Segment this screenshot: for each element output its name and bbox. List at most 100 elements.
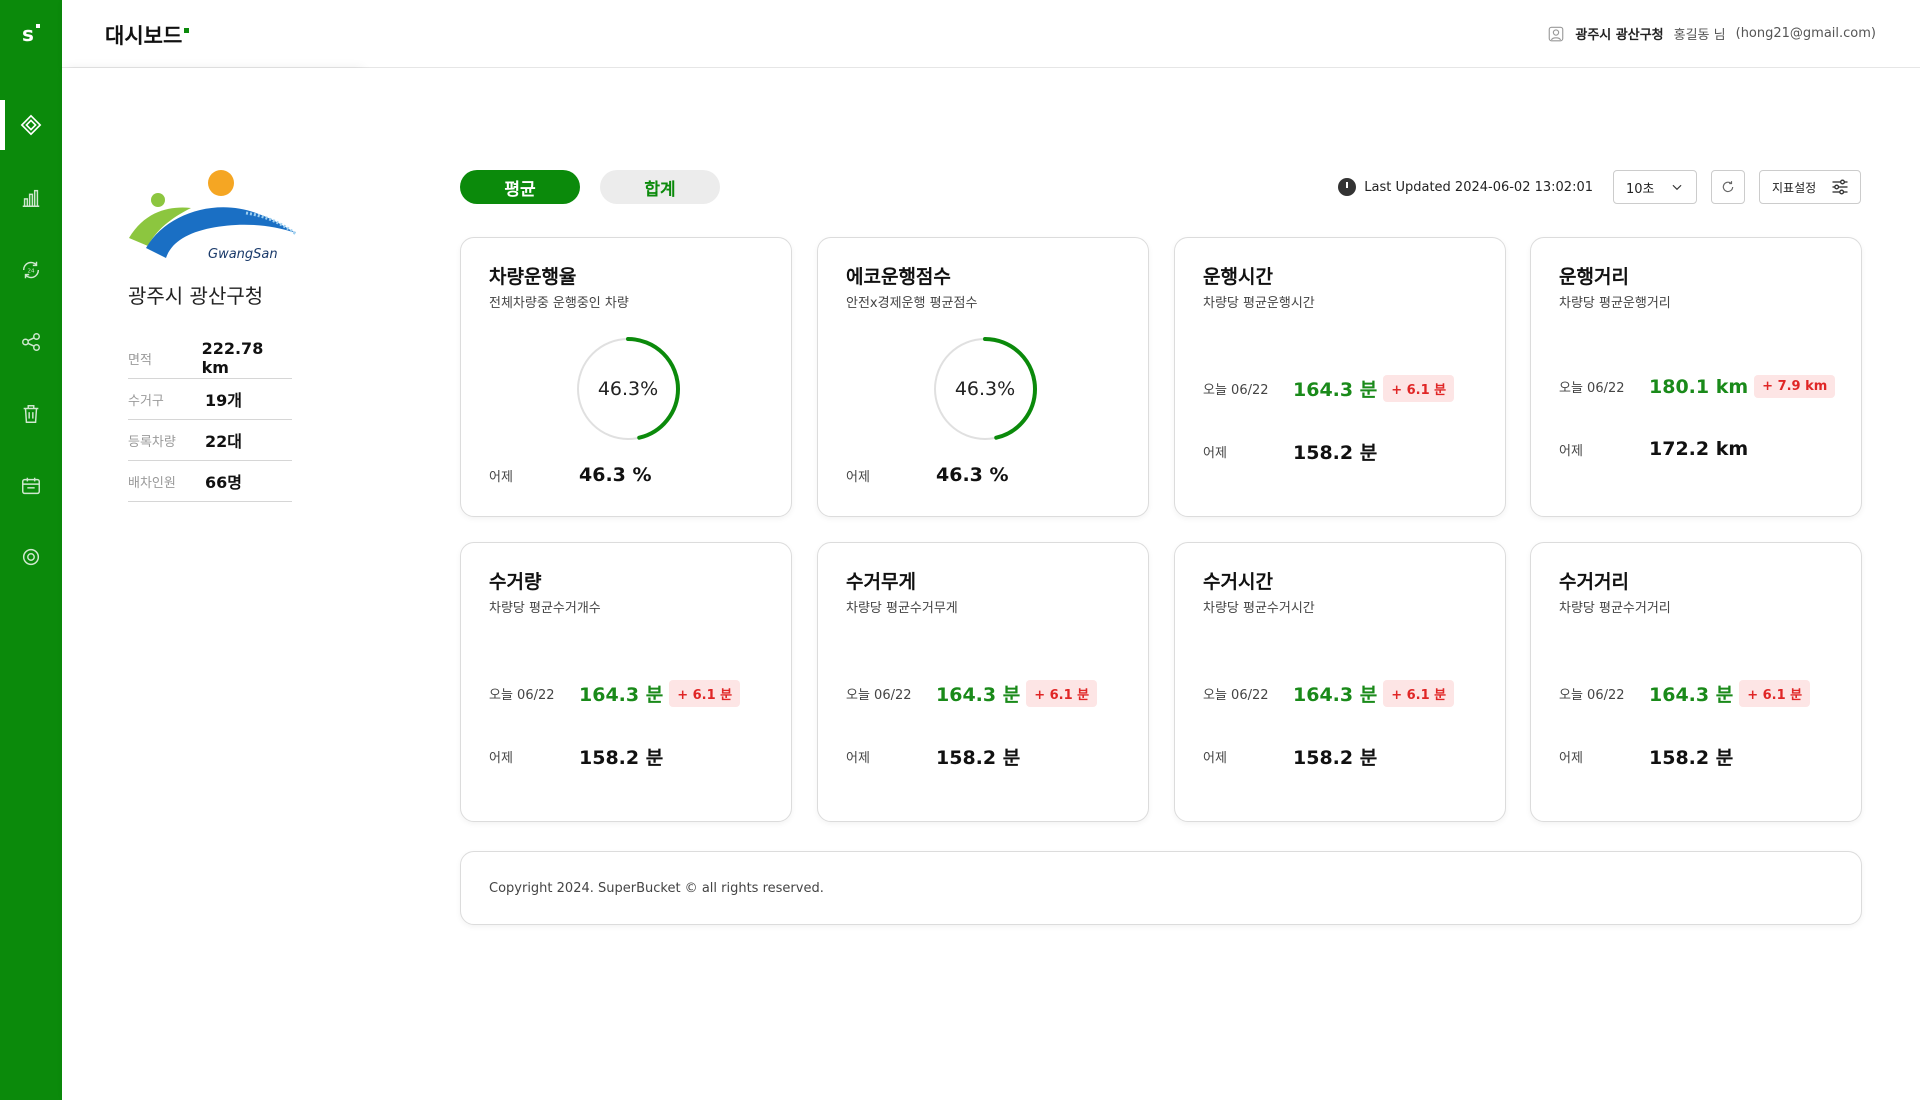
stat-row-area: 면적 222.78 km [128, 338, 292, 379]
today-value: 164.3 분 [1293, 379, 1378, 401]
today-label: 오늘 06/22 [1559, 688, 1625, 703]
delta-badge: + 6.1 분 [1383, 375, 1455, 402]
yesterday-value: 158.2 분 [1649, 747, 1734, 769]
tab-total[interactable]: 합계 [600, 170, 720, 204]
refresh-button[interactable] [1711, 170, 1745, 204]
nav-item-realtime[interactable]: 24 [0, 245, 62, 295]
card-title: 수거량 [489, 571, 542, 593]
dashboard-icon [20, 114, 42, 136]
today-value: 164.3 분 [579, 684, 664, 706]
metric-card-operation-time[interactable]: 운행시간 차량당 평균운행시간 오늘 06/22 164.3 분 + 6.1 분 어… [1174, 237, 1506, 517]
yesterday-value: 158.2 분 [1293, 747, 1378, 769]
card-title: 수거무게 [846, 571, 916, 593]
refresh-icon [1722, 181, 1734, 193]
stat-value: 19개 [205, 391, 242, 410]
toolbar: Last Updated 2024-06-02 13:02:01 10초 지표설… [1338, 170, 1861, 204]
yesterday-value: 172.2 km [1649, 438, 1749, 460]
user-name: 홍길동 님 [1673, 28, 1726, 43]
page-title: 대시보드 [105, 20, 190, 50]
tab-average[interactable]: 평균 [460, 170, 580, 204]
top-header: 대시보드 광주시 광산구청 홍길동 님 (hong21@gmail.com) [62, 0, 1920, 68]
nav-item-statistics[interactable] [0, 173, 62, 223]
card-subtitle: 전체차량중 운행중인 차량 [489, 296, 629, 311]
card-subtitle: 차량당 평균수거거리 [1559, 601, 1671, 616]
nav-item-collection[interactable] [0, 389, 62, 439]
gwangsan-logo: GwangSan [129, 170, 296, 262]
today-value: 164.3 분 [1649, 684, 1734, 706]
delta-badge: + 6.1 분 [1026, 680, 1098, 707]
nav-item-dashboard[interactable] [0, 100, 62, 150]
user-info[interactable]: 광주시 광산구청 홍길동 님 (hong21@gmail.com) [1547, 24, 1876, 43]
metric-card-collection-count[interactable]: 수거량 차량당 평균수거개수 오늘 06/22 164.3 분 + 6.1 분 어제… [460, 542, 792, 822]
delta-badge: + 6.1 분 [669, 680, 741, 707]
refresh-interval-select[interactable]: 10초 [1613, 170, 1697, 204]
svg-text:24: 24 [28, 268, 35, 274]
org-info-panel: GwangSan 광주시 광산구청 면적 222.78 km 수거구 19개 등록차… [62, 68, 359, 1100]
last-updated: Last Updated 2024-06-02 13:02:01 [1338, 178, 1593, 196]
gauge-value: 46.3% [597, 378, 659, 400]
nav-item-schedule[interactable] [0, 461, 62, 511]
stat-value: 22대 [205, 432, 242, 451]
card-title: 수거거리 [1559, 571, 1629, 593]
title-mark [184, 28, 190, 33]
yesterday-label: 어제 [846, 469, 870, 485]
metric-settings-button[interactable]: 지표설정 [1759, 170, 1861, 204]
card-subtitle: 차량당 평균수거무게 [846, 601, 958, 616]
yesterday-value: 158.2 분 [579, 747, 664, 769]
metric-card-collection-distance[interactable]: 수거거리 차량당 평균수거거리 오늘 06/22 164.3 분 + 6.1 분 어… [1530, 542, 1862, 822]
yesterday-row: 어제 46.3 % [846, 464, 1009, 486]
today-row: 오늘 06/22 164.3 분 + 6.1 분 [1559, 680, 1811, 707]
network-icon [22, 333, 40, 351]
chevron-down-icon [1672, 184, 1682, 191]
sliders-icon [1832, 179, 1848, 195]
today-row: 오늘 06/22 180.1 km + 7.9 km [1559, 375, 1836, 398]
metric-settings-label: 지표설정 [1772, 180, 1817, 195]
stat-row-vehicles: 등록차량 22대 [128, 420, 292, 461]
today-value: 180.1 km [1649, 375, 1749, 398]
card-subtitle: 안전x경제운행 평균점수 [846, 296, 978, 311]
user-email: (hong21@gmail.com) [1735, 26, 1876, 41]
yesterday-value: 46.3 % [579, 464, 652, 486]
org-stats: 면적 222.78 km 수거구 19개 등록차량 22대 배차인원 66명 [128, 338, 292, 502]
card-title: 차량운행율 [489, 266, 577, 288]
refresh-24-icon: 24 [22, 261, 40, 279]
page-title-text: 대시보드 [105, 24, 183, 48]
metric-card-collection-time[interactable]: 수거시간 차량당 평균수거시간 오늘 06/22 164.3 분 + 6.1 분 어… [1174, 542, 1506, 822]
yesterday-row: 어제 158.2 분 [1559, 743, 1733, 770]
stat-label: 면적 [128, 352, 152, 368]
yesterday-label: 어제 [1559, 443, 1583, 459]
nav-item-routes[interactable] [0, 317, 62, 367]
today-value: 164.3 분 [1293, 684, 1378, 706]
metric-card-operation-distance[interactable]: 운행거리 차량당 평균운행거리 오늘 06/22 180.1 km + 7.9 km… [1530, 237, 1862, 517]
today-label: 오늘 06/22 [846, 688, 912, 703]
yesterday-value: 158.2 분 [936, 747, 1021, 769]
metric-card-eco-driving-score[interactable]: 에코운행점수 안전x경제운행 평균점수 46.3% 어제 46.3 % [817, 237, 1149, 517]
brand-dot [35, 24, 40, 28]
stat-value: 222.78 km [201, 339, 264, 377]
yesterday-row: 어제 172.2 km [1559, 438, 1748, 460]
today-row: 오늘 06/22 164.3 분 + 6.1 분 [1203, 680, 1455, 707]
metric-card-collection-weight[interactable]: 수거무게 차량당 평균수거무게 오늘 06/22 164.3 분 + 6.1 분 어… [817, 542, 1149, 822]
yesterday-row: 어제 158.2 분 [1203, 743, 1377, 770]
card-title: 운행시간 [1203, 266, 1273, 288]
card-subtitle: 차량당 평균운행시간 [1203, 296, 1315, 311]
stat-value: 66명 [205, 473, 242, 492]
delta-badge: + 7.9 km [1754, 375, 1836, 398]
stat-row-districts: 수거구 19개 [128, 379, 292, 420]
today-label: 오늘 06/22 [1203, 383, 1269, 398]
yesterday-row: 어제 158.2 분 [1203, 438, 1377, 465]
calendar-icon [22, 477, 40, 495]
today-value: 164.3 분 [936, 684, 1021, 706]
yesterday-row: 어제 158.2 분 [846, 743, 1020, 770]
nav-item-settings[interactable] [0, 532, 62, 582]
user-org: 광주시 광산구청 [1575, 28, 1664, 43]
copyright-text: Copyright 2024. SuperBucket © all rights… [489, 880, 824, 896]
delta-badge: + 6.1 분 [1739, 680, 1811, 707]
metric-card-vehicle-operation-rate[interactable]: 차량운행율 전체차량중 운행중인 차량 46.3% 어제 46.3 % [460, 237, 792, 517]
brand-logo[interactable]: s [0, 0, 62, 68]
today-row: 오늘 06/22 164.3 분 + 6.1 분 [489, 680, 741, 707]
org-name: 광주시 광산구청 [128, 284, 264, 308]
today-label: 오늘 06/22 [1203, 688, 1269, 703]
yesterday-label: 어제 [489, 751, 513, 766]
card-subtitle: 차량당 평균수거시간 [1203, 601, 1315, 616]
